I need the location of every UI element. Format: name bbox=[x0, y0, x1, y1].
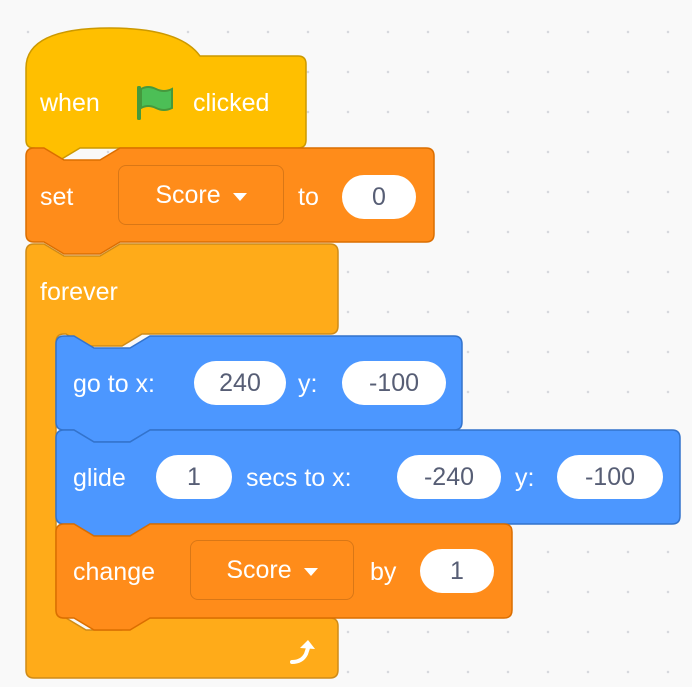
glide-x-input[interactable]: -240 bbox=[397, 455, 501, 499]
to-label: to bbox=[298, 183, 319, 211]
variable-name: Score bbox=[155, 180, 221, 209]
glide-y-input[interactable]: -100 bbox=[557, 455, 663, 499]
chevron-down-icon bbox=[232, 193, 247, 201]
variable-name: Score bbox=[226, 555, 292, 584]
forever-label: forever bbox=[40, 278, 118, 306]
when-label: when bbox=[40, 89, 100, 117]
goto-y-label: y: bbox=[298, 370, 318, 398]
go-to-x-label: go to x: bbox=[73, 370, 155, 398]
variable-dropdown-change[interactable]: Score bbox=[190, 540, 354, 600]
green-flag-icon bbox=[137, 86, 173, 120]
glide-label: glide bbox=[73, 464, 126, 492]
glide-y-label: y: bbox=[515, 464, 535, 492]
by-label: by bbox=[370, 558, 397, 586]
change-label: change bbox=[73, 558, 156, 586]
goto-x-input[interactable]: 240 bbox=[194, 361, 286, 405]
change-value-input[interactable]: 1 bbox=[420, 549, 494, 593]
clicked-label: clicked bbox=[193, 89, 270, 117]
secs-to-x-label: secs to x: bbox=[246, 464, 352, 492]
glide-secs-input[interactable]: 1 bbox=[156, 455, 232, 499]
chevron-down-icon bbox=[303, 568, 318, 576]
variable-dropdown-set[interactable]: Score bbox=[118, 165, 284, 225]
goto-y-input[interactable]: -100 bbox=[342, 361, 446, 405]
loop-arrow-icon bbox=[290, 640, 315, 664]
code-workspace[interactable]: when clicked set Score to 0 forever go t… bbox=[0, 0, 692, 687]
set-value-input[interactable]: 0 bbox=[342, 175, 416, 219]
set-label: set bbox=[40, 183, 74, 211]
